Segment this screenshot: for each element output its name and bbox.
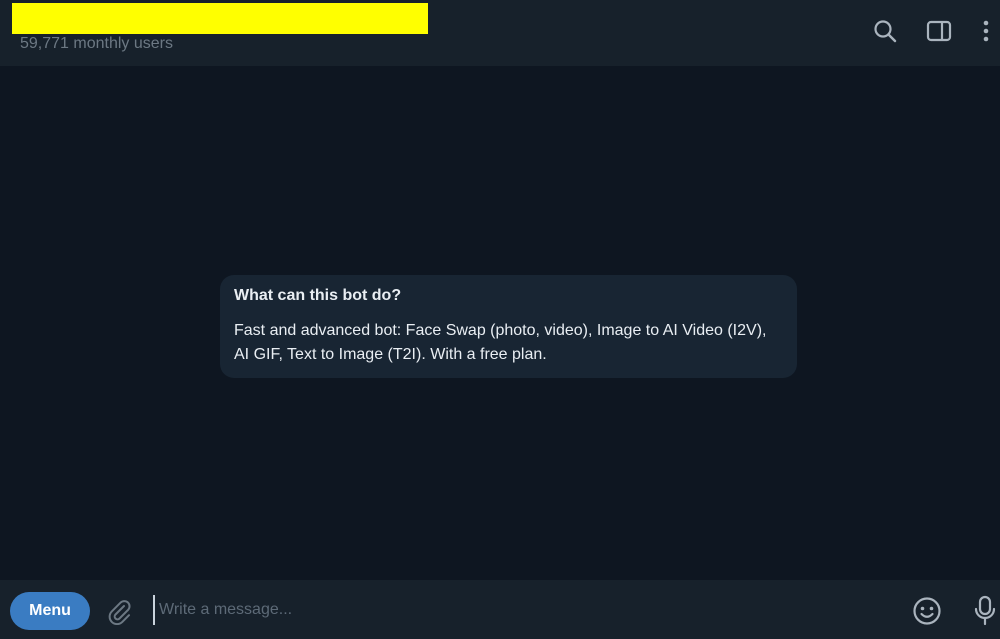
message-input[interactable] [153,595,889,625]
search-icon[interactable] [872,18,898,44]
bot-info-title: What can this bot do? [234,287,402,304]
bot-info-card: What can this bot do? Fast and advanced … [220,275,797,378]
attach-icon[interactable] [105,597,133,625]
more-vertical-icon[interactable] [978,18,994,44]
menu-button[interactable]: Menu [10,592,90,630]
emoji-icon[interactable] [912,596,942,626]
message-composer: Menu [0,580,1000,639]
telegram-chat-window: 59,771 monthly users What can this bot d… [0,0,1000,639]
redacted-chat-title [12,3,428,34]
microphone-icon[interactable] [972,595,998,627]
chat-subtitle: 59,771 monthly users [20,35,173,52]
bot-info-description: Fast and advanced bot: Face Swap (photo,… [234,322,767,363]
chat-area: What can this bot do? Fast and advanced … [0,66,1000,580]
chat-header: 59,771 monthly users [0,0,1000,66]
sidebar-toggle-icon[interactable] [926,18,952,44]
